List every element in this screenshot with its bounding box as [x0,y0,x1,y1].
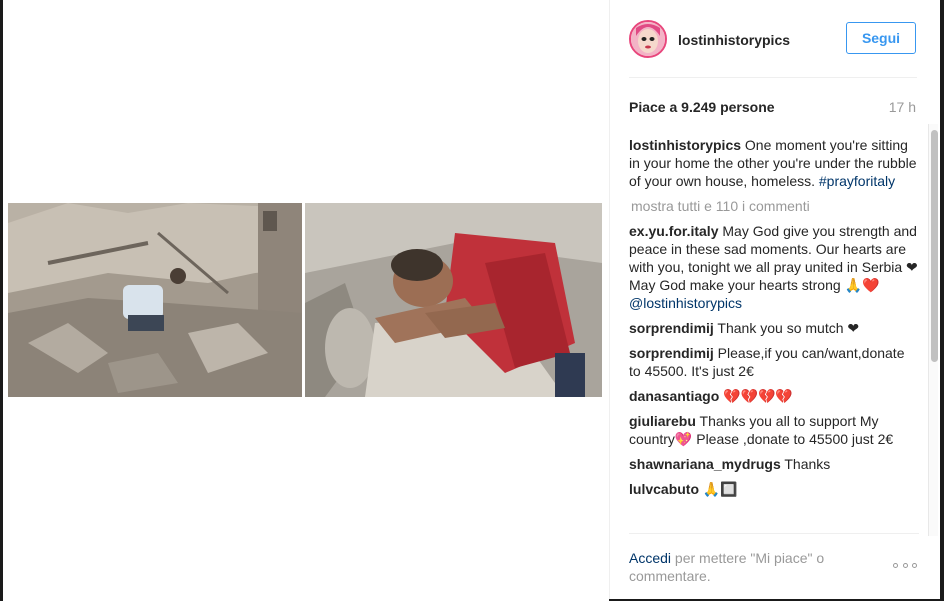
comment-item: sorprendimij Please,if you can/want,dona… [629,344,919,380]
likes-count: Piace a 9.249 persone [629,99,775,115]
dot-icon [912,562,917,568]
comments-scrollbar[interactable] [928,124,938,536]
post-timestamp[interactable]: 17 h [889,99,916,115]
comment-username[interactable]: sorprendimij [629,345,714,361]
profile-avatar[interactable] [629,20,667,58]
comment-username[interactable]: lulvcabuto [629,481,699,497]
comment-item: shawnariana_mydrugs Thanks [629,455,919,473]
comment-text: 🙏🔲 [699,481,738,497]
follow-button[interactable]: Segui [846,22,916,54]
caption: lostinhistorypics One moment you're sitt… [629,136,919,190]
comment-username[interactable]: sorprendimij [629,320,714,336]
comment-mention[interactable]: @lostinhistorypics [629,295,742,311]
post-header: lostinhistorypics Segui [629,18,917,78]
post-username[interactable]: lostinhistorypics [678,32,790,48]
post-photo-rubble-left [8,203,302,397]
more-options-icon[interactable] [893,560,917,570]
comment-text: Thank you so mutch ❤ [713,320,860,336]
comment-item: sorprendimij Thank you so mutch ❤ [629,319,919,337]
dot-icon [902,562,908,568]
window-border-right [940,0,944,601]
comment-text: 💔💔💔💔 [719,388,793,404]
comment-username[interactable]: shawnariana_mydrugs [629,456,781,472]
comments-list: lostinhistorypics One moment you're sitt… [629,136,919,533]
caption-username[interactable]: lostinhistorypics [629,137,741,153]
comment-username[interactable]: danasantiago [629,388,719,404]
comments-scrollbar-thumb[interactable] [931,130,938,362]
dot-icon [893,562,898,568]
comment-item: lulvcabuto 🙏🔲 [629,480,919,498]
post-footer: Accedi per mettere "Mi piace" o commenta… [629,533,919,599]
show-all-comments-link[interactable]: mostra tutti e 110 i commenti [631,197,919,215]
comment-item: ex.yu.for.italy May God give you strengt… [629,222,919,312]
post-photo-man-grieving [305,203,602,397]
comment-username[interactable]: giuliarebu [629,413,696,429]
caption-hashtag[interactable]: #prayforitaly [819,173,895,189]
post-side-panel: lostinhistorypics Segui Piace a 9.249 pe… [609,0,940,599]
login-link[interactable]: Accedi [629,550,671,566]
comment-username[interactable]: ex.yu.for.italy [629,223,718,239]
comment-text: Thanks [780,456,831,472]
login-prompt: Accedi per mettere "Mi piace" o commenta… [629,549,859,585]
comment-item: giuliarebu Thanks you all to support My … [629,412,919,448]
comment-item: danasantiago 💔💔💔💔 [629,387,919,405]
post-media [3,0,609,601]
